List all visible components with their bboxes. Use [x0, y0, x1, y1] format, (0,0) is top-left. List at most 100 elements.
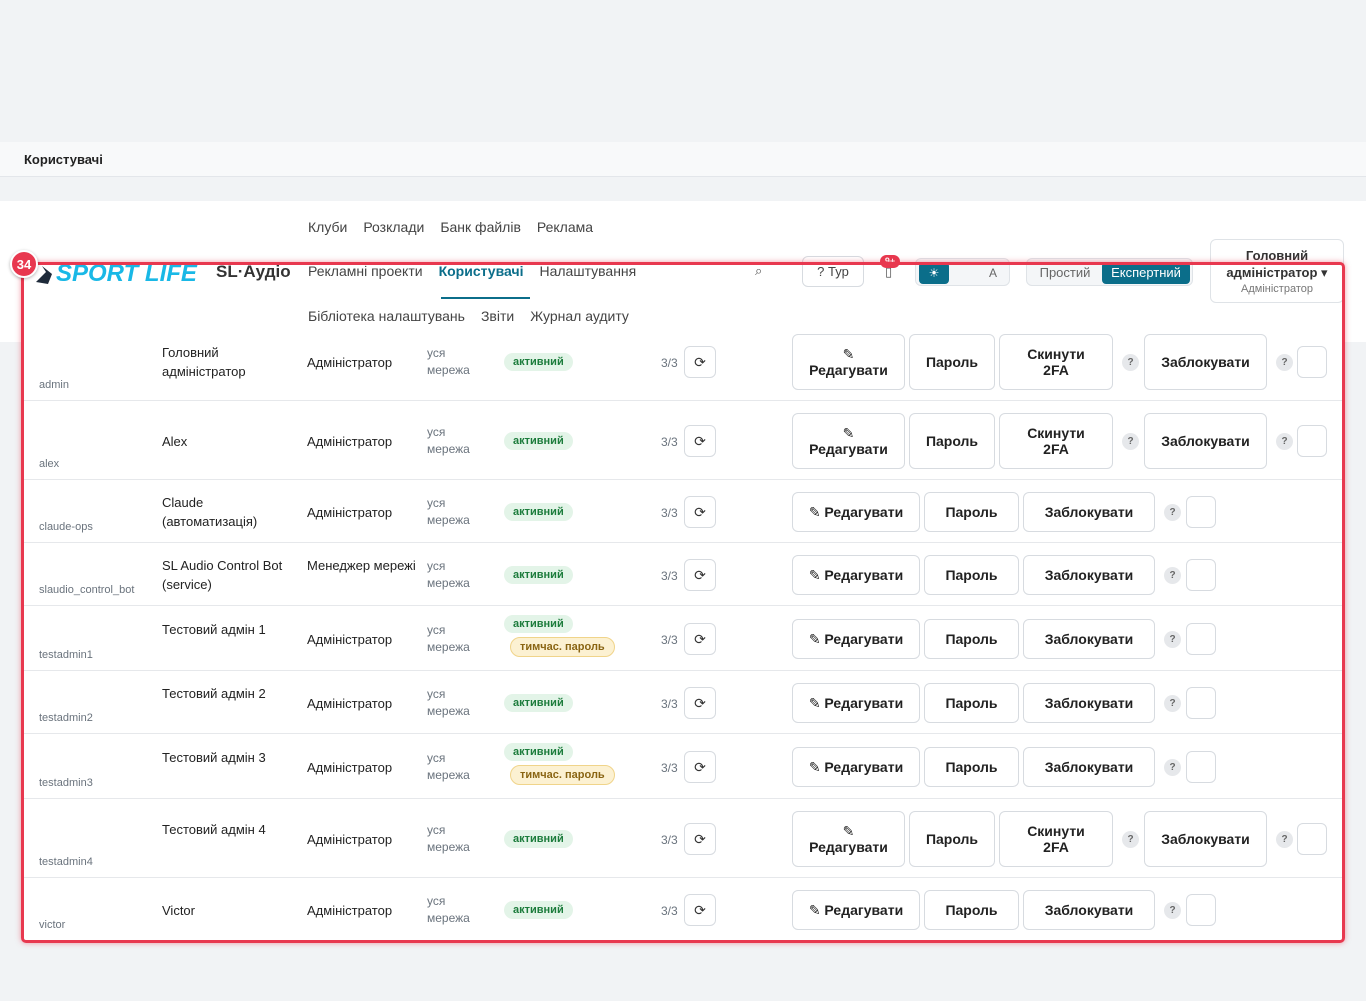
refresh-button[interactable]: ⟳: [684, 558, 716, 591]
block-button[interactable]: Заблокувати: [1144, 810, 1267, 867]
password-button[interactable]: Пароль: [909, 333, 995, 390]
more-actions-button[interactable]: [1297, 822, 1327, 855]
refresh-button[interactable]: ⟳: [684, 893, 716, 926]
theme-auto-button[interactable]: A: [978, 262, 1008, 284]
help-icon[interactable]: ?: [1122, 353, 1139, 371]
edit-button[interactable]: ✎ Редагувати: [792, 412, 905, 469]
tour-button[interactable]: ? Тур: [802, 256, 864, 287]
block-button[interactable]: Заблокувати: [1023, 889, 1155, 930]
edit-button[interactable]: ✎ Редагувати: [792, 554, 920, 595]
block-button[interactable]: Заблокувати: [1144, 333, 1267, 390]
page-top-blank: [0, 0, 1366, 142]
more-actions-button[interactable]: [1297, 345, 1327, 378]
more-actions-button[interactable]: [1186, 495, 1216, 528]
password-label: Пароль: [945, 566, 998, 583]
password-button[interactable]: Пароль: [924, 491, 1019, 532]
help-icon[interactable]: ?: [1164, 758, 1181, 776]
nav-reports[interactable]: Звіти: [481, 308, 514, 324]
user-login: testadmin3: [39, 777, 93, 789]
app-name: SL·Аудіо: [216, 262, 291, 281]
help-icon[interactable]: ?: [1164, 694, 1181, 712]
help-icon[interactable]: ?: [1164, 566, 1181, 584]
refresh-button[interactable]: ⟳: [684, 495, 716, 528]
more-actions-button[interactable]: [1186, 893, 1216, 926]
help-icon[interactable]: ?: [1276, 830, 1293, 848]
more-actions-button[interactable]: [1297, 424, 1327, 457]
refresh-button[interactable]: ⟳: [684, 686, 716, 719]
password-label: Пароль: [945, 630, 998, 647]
refresh-button[interactable]: ⟳: [684, 822, 716, 855]
status-badge-temp-password: тимчас. пароль: [510, 636, 615, 657]
user-scope-cell: уся мережа: [427, 558, 470, 590]
block-button[interactable]: Заблокувати: [1144, 412, 1267, 469]
password-button[interactable]: Пароль: [924, 554, 1019, 595]
more-actions-button[interactable]: [1186, 558, 1216, 591]
help-icon[interactable]: ?: [1122, 432, 1139, 450]
block-button[interactable]: Заблокувати: [1023, 682, 1155, 723]
nav-audit-log[interactable]: Журнал аудиту: [530, 308, 629, 324]
block-button[interactable]: Заблокувати: [1023, 554, 1155, 595]
search-icon[interactable]: ⌕: [755, 263, 762, 279]
nav-file-bank[interactable]: Банк файлів: [440, 219, 521, 235]
user-role-cell: Адміністратор: [307, 759, 393, 775]
nav-row-2: Рекламні проекти Користувачі Налаштування: [308, 263, 652, 279]
help-icon: ?: [817, 264, 825, 279]
block-label: Заблокувати: [1044, 901, 1134, 918]
nav-schedules[interactable]: Розклади: [363, 219, 424, 235]
nav-ad-projects[interactable]: Рекламні проекти: [308, 263, 423, 279]
reset-2fa-button[interactable]: Скинути 2FA: [999, 810, 1113, 867]
user-menu[interactable]: Головний адміністратор ▾ Адміністратор: [1210, 239, 1344, 303]
sport-life-logo: SPORT LIFE: [36, 260, 198, 287]
refresh-button[interactable]: ⟳: [684, 424, 716, 457]
edit-button[interactable]: ✎ Редагувати: [792, 810, 905, 867]
password-button[interactable]: Пароль: [909, 412, 995, 469]
password-button[interactable]: Пароль: [924, 746, 1019, 787]
password-button[interactable]: Пароль: [924, 889, 1019, 930]
theme-light-button[interactable]: ☀: [919, 262, 949, 284]
edit-button[interactable]: ✎ Редагувати: [792, 333, 905, 390]
edit-button[interactable]: ✎ Редагувати: [792, 746, 920, 787]
edit-button[interactable]: ✎ Редагувати: [792, 889, 920, 930]
user-scope-cell: уся мережа: [427, 345, 470, 377]
password-label: Пароль: [945, 694, 998, 711]
edit-button[interactable]: ✎ Редагувати: [792, 682, 920, 723]
more-actions-button[interactable]: [1186, 686, 1216, 719]
nav-users[interactable]: Користувачі: [439, 263, 524, 279]
help-icon[interactable]: ?: [1276, 432, 1293, 450]
password-button[interactable]: Пароль: [924, 618, 1019, 659]
user-role-cell: Адміністратор: [307, 831, 393, 847]
more-actions-button[interactable]: [1186, 622, 1216, 655]
password-button[interactable]: Пароль: [909, 810, 995, 867]
password-label: Пароль: [925, 830, 979, 847]
pencil-icon: ✎: [842, 822, 855, 839]
reset-2fa-button[interactable]: Скинути 2FA: [999, 333, 1113, 390]
nav-settings-library[interactable]: Бібліотека налаштувань: [308, 308, 465, 324]
page-title: Користувачі: [24, 152, 103, 167]
reset-2fa-button[interactable]: Скинути 2FA: [999, 412, 1113, 469]
password-label: Пароль: [925, 432, 979, 449]
help-icon[interactable]: ?: [1122, 830, 1139, 848]
edit-button[interactable]: ✎ Редагувати: [792, 491, 920, 532]
mode-expert-button[interactable]: Експертний: [1102, 262, 1190, 284]
user-scope-cell: уся мережа: [427, 686, 470, 718]
nav-ads[interactable]: Реклама: [537, 219, 593, 235]
edit-button[interactable]: ✎ Редагувати: [792, 618, 920, 659]
refresh-button[interactable]: ⟳: [684, 750, 716, 783]
nav-clubs[interactable]: Клуби: [308, 219, 347, 235]
more-actions-button[interactable]: [1186, 750, 1216, 783]
theme-dark-button[interactable]: [949, 262, 979, 284]
block-button[interactable]: Заблокувати: [1023, 746, 1155, 787]
help-icon[interactable]: ?: [1164, 503, 1181, 521]
mode-simple-button[interactable]: Простий: [1031, 262, 1099, 284]
block-button[interactable]: Заблокувати: [1023, 491, 1155, 532]
help-icon[interactable]: ?: [1164, 901, 1181, 919]
block-button[interactable]: Заблокувати: [1023, 618, 1155, 659]
nav-settings[interactable]: Налаштування: [539, 263, 636, 279]
help-icon[interactable]: ?: [1276, 353, 1293, 371]
help-icon[interactable]: ?: [1164, 630, 1181, 648]
refresh-button[interactable]: ⟳: [684, 345, 716, 378]
password-label: Пароль: [945, 758, 998, 775]
nav-row-3: Бібліотека налаштувань Звіти Журнал аудиту: [308, 308, 645, 324]
refresh-button[interactable]: ⟳: [684, 622, 716, 655]
password-button[interactable]: Пароль: [924, 682, 1019, 723]
